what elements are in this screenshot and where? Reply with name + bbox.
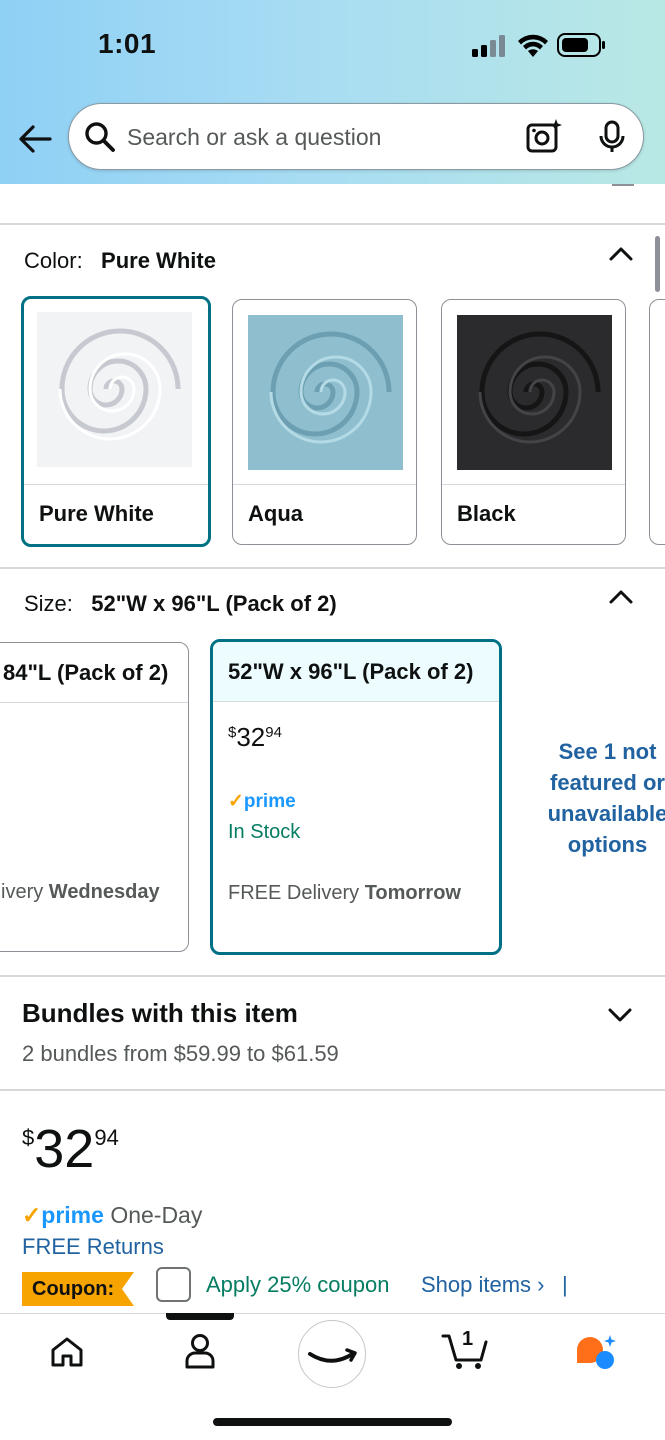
see-more-options-link[interactable]: See 1 not featured or unavailable option…	[520, 736, 665, 860]
divider	[0, 223, 665, 225]
swatch-label: Aqua	[233, 484, 416, 544]
delivery-text: FREE Delivery Tomorrow	[228, 882, 461, 904]
amazon-logo-button[interactable]	[298, 1320, 366, 1388]
bundles-subtitle: 2 bundles from $59.99 to $61.59	[22, 1041, 339, 1066]
apply-coupon-label[interactable]: Apply 25% coupon	[206, 1272, 389, 1298]
search-input[interactable]: Search or ask a question	[127, 124, 381, 151]
scrollbar[interactable]	[655, 236, 660, 292]
prime-one-day: ✓prime One-Day	[22, 1202, 203, 1228]
color-swatch-partial[interactable]	[649, 299, 665, 545]
microphone-icon[interactable]	[598, 120, 626, 154]
size-label-row: Size: 52"W x 96"L (Pack of 2)	[24, 591, 337, 617]
nav-active-indicator	[166, 1313, 234, 1320]
size-card-96-selected[interactable]: 52"W x 96"L (Pack of 2) $3294 ✓prime In …	[210, 639, 502, 955]
separator: |	[562, 1272, 568, 1297]
color-swatch-aqua[interactable]: Aqua	[232, 299, 417, 545]
color-label-row: Color: Pure White	[24, 248, 216, 274]
stock-status: In Stock	[228, 821, 301, 843]
delivery-text: ivery Wednesday	[1, 881, 160, 903]
color-swatch-black[interactable]: Black	[441, 299, 626, 545]
coupon-checkbox[interactable]	[156, 1267, 191, 1302]
color-label: Color:	[24, 248, 83, 273]
size-label: Size:	[24, 591, 73, 616]
swatch-image-aqua	[248, 315, 403, 470]
size-selected: 52"W x 96"L (Pack of 2)	[91, 591, 337, 616]
swatch-label: Pure White	[24, 484, 208, 544]
swatch-image-white	[37, 312, 192, 467]
battery-icon	[557, 33, 607, 57]
swatch-image-black	[457, 315, 612, 470]
collapse-size-icon[interactable]	[608, 587, 634, 607]
back-arrow-icon[interactable]	[18, 124, 52, 154]
expand-bundles-icon[interactable]	[607, 1005, 633, 1025]
shop-items-link[interactable]: Shop items ›	[421, 1272, 545, 1298]
cart-icon[interactable]: 1	[441, 1328, 489, 1370]
size-card-label: 84"L (Pack of 2)	[0, 643, 188, 703]
wifi-icon	[517, 32, 549, 58]
bundles-title[interactable]: Bundles with this item	[22, 998, 298, 1029]
size-card-label: 52"W x 96"L (Pack of 2)	[213, 642, 499, 702]
status-time: 1:01	[98, 28, 157, 59]
swatch-label: Black	[442, 484, 625, 544]
divider	[0, 1089, 665, 1091]
search-icon	[84, 121, 116, 153]
signal-icon	[472, 35, 506, 57]
camera-lens-icon[interactable]	[525, 118, 563, 156]
size-card-price: $3294	[228, 722, 282, 752]
home-icon[interactable]	[50, 1336, 84, 1368]
scroll-hint	[612, 184, 634, 186]
coupon-badge: Coupon:	[22, 1272, 134, 1306]
size-card-84[interactable]: 84"L (Pack of 2) ivery Wednesday	[0, 642, 189, 952]
cart-count: 1	[462, 1328, 474, 1350]
color-swatch-pure-white[interactable]: Pure White	[21, 296, 211, 547]
account-icon[interactable]	[184, 1333, 216, 1369]
home-indicator	[213, 1418, 452, 1426]
divider	[0, 975, 665, 977]
collapse-color-icon[interactable]	[608, 244, 634, 264]
color-selected: Pure White	[101, 248, 216, 273]
divider	[0, 567, 665, 569]
rufus-assistant-icon[interactable]	[575, 1334, 617, 1370]
main-price: $3294	[22, 1119, 119, 1179]
prime-badge: ✓prime	[228, 791, 296, 812]
free-returns-link[interactable]: FREE Returns	[22, 1234, 164, 1260]
